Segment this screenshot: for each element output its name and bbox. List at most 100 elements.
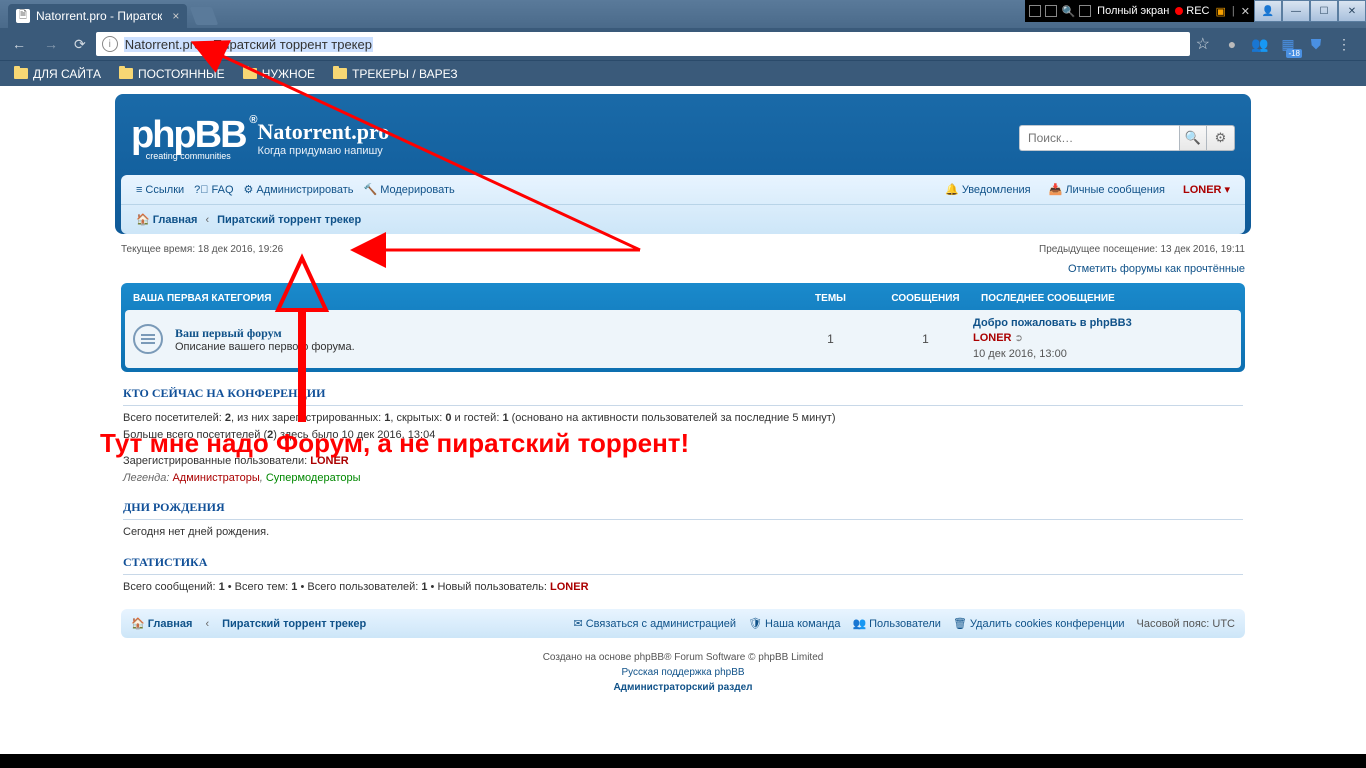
gear-icon: ⚙ [1215, 130, 1227, 146]
footer-breadcrumb-link[interactable]: Пиратский торрент трекер [222, 618, 366, 630]
extension-icon[interactable]: ▦-18 [1278, 34, 1298, 54]
bottom-black-bar [0, 754, 1366, 768]
support-link[interactable]: Русская поддержка phpBB [621, 667, 744, 678]
caret-down-icon: ▾ [1224, 183, 1230, 196]
reload-button[interactable]: ⟳ [70, 36, 90, 53]
search-button[interactable]: 🔍 [1179, 125, 1207, 151]
bookmarks-bar: ДЛЯ САЙТА ПОСТОЯННЫЕ НУЖНОЕ ТРЕКЕРЫ / ВА… [0, 60, 1366, 86]
lastpost-user-link[interactable]: LONER [973, 332, 1012, 344]
close-window-button[interactable]: ✕ [1338, 0, 1366, 22]
bookmark-folder[interactable]: НУЖНОЕ [235, 64, 323, 84]
whois-heading[interactable]: КТО СЕЙЧАС НА КОНФЕРЕНЦИИ [123, 382, 1243, 406]
time-row: Текущее время: 18 дек 2016, 19:26 Предыд… [115, 240, 1251, 259]
breadcrumb-home[interactable]: 🏠 Главная [131, 211, 202, 228]
bookmark-folder[interactable]: ДЛЯ САЙТА [6, 64, 109, 84]
newest-user-link[interactable]: LONER [550, 581, 589, 593]
quick-links[interactable]: ≡Ссылки [131, 182, 189, 198]
search-input[interactable] [1019, 125, 1179, 151]
site-title: Natorrent.pro [258, 119, 390, 145]
page-viewport[interactable]: phpBB® creating communities Natorrent.pr… [0, 86, 1366, 768]
forum-topics-count: 1 [783, 332, 878, 346]
header-search: 🔍 ⚙ [1019, 125, 1235, 151]
info-icon[interactable]: i [102, 36, 118, 52]
menu-icon[interactable]: ⋮ [1334, 34, 1354, 54]
record-dot-icon [1175, 7, 1183, 15]
delete-cookies-link[interactable]: 🗑 Удалить cookies конференции [953, 617, 1125, 630]
divider-icon: | [1232, 5, 1235, 17]
navbar: ≡Ссылки ?⃝FAQ ⚙Администрировать 🔨Модерир… [121, 175, 1245, 234]
category-title[interactable]: ВАША ПЕРВАЯ КАТЕГОРИЯ [133, 293, 783, 304]
members-link[interactable]: 👥 Пользователи [852, 617, 941, 630]
window-buttons: 👤 — ☐ ✕ [1254, 0, 1366, 22]
browser-tab[interactable]: 🗎 Natorrent.pro - Пиратск × [8, 4, 187, 28]
advanced-search-button[interactable]: ⚙ [1207, 125, 1235, 151]
col-posts-header: СООБЩЕНИЯ [878, 293, 973, 304]
back-button[interactable]: ← [6, 31, 32, 57]
lastpost-time: 10 дек 2016, 13:00 [973, 348, 1067, 360]
rec-indicator: REC [1175, 5, 1209, 17]
question-icon: ?⃝ [194, 184, 208, 196]
goto-lastpost-icon[interactable]: ➲ [1015, 333, 1023, 344]
team-link[interactable]: 🛡 Наша команда [748, 617, 840, 630]
record-tool-icon[interactable] [1079, 5, 1091, 17]
maximize-button[interactable]: ☐ [1310, 0, 1338, 22]
stats-heading: СТАТИСТИКА [123, 551, 1243, 575]
camera-icon[interactable]: ▣ [1216, 5, 1226, 18]
omnibox[interactable]: i Natorrent.pro - Пиратский торрент трек… [96, 32, 1190, 56]
whois-body: Всего посетителей: 2, из них зарегистрир… [115, 410, 1251, 486]
record-tool-icon[interactable] [1045, 5, 1057, 17]
extension-icon[interactable]: ● [1222, 34, 1242, 54]
bell-icon: 🔔 [945, 183, 959, 196]
breadcrumb: 🏠 Главная ‹ Пиратский торрент трекер [121, 204, 1245, 234]
admin-link[interactable]: ⚙Администрировать [239, 181, 359, 198]
footer-navbar: 🏠 Главная ‹ Пиратский торрент трекер ✉ С… [121, 609, 1245, 638]
forum-row: Ваш первый форум Описание вашего первого… [125, 310, 1241, 368]
timezone-label: Часовой пояс: UTC [1137, 618, 1235, 630]
users-icon: 👥 [852, 617, 866, 630]
group-admins-link[interactable]: Администраторы [172, 472, 259, 484]
folder-icon [119, 68, 133, 79]
extension-icon[interactable]: ⛊ [1306, 34, 1326, 54]
lastpost-title-link[interactable]: Добро пожаловать в phpBB3 [973, 317, 1132, 329]
col-topics-header: ТЕМЫ [783, 293, 878, 304]
extension-icon[interactable]: 👥 [1250, 34, 1270, 54]
copyright: Создано на основе phpBB® Forum Software … [115, 644, 1251, 709]
minimize-button[interactable]: — [1282, 0, 1310, 22]
birthdays-heading: ДНИ РОЖДЕНИЯ [123, 496, 1243, 520]
mark-forums-read-link[interactable]: Отметить форумы как прочтённые [1068, 263, 1245, 275]
logo-area[interactable]: phpBB® creating communities Natorrent.pr… [131, 114, 389, 161]
address-bar: ← → ⟳ i Natorrent.pro - Пиратский торрен… [0, 28, 1366, 60]
user-menu[interactable]: LONER ▾ [1178, 181, 1235, 198]
close-rec-icon[interactable]: ✕ [1241, 5, 1250, 18]
url-text: Natorrent.pro - Пиратский торрент трекер [124, 37, 373, 52]
forum-posts-count: 1 [878, 332, 973, 346]
acp-link[interactable]: Администраторский раздел [613, 682, 752, 693]
col-lastpost-header: ПОСЛЕДНЕЕ СООБЩЕНИЕ [973, 293, 1233, 304]
folder-icon [333, 68, 347, 79]
gears-icon: ⚙ [244, 183, 254, 196]
forward-button[interactable]: → [38, 31, 64, 57]
window-controls: 🔍 Полный экран REC ▣ | ✕ 👤 — ☐ ✕ [1025, 0, 1366, 22]
new-tab-button[interactable] [190, 7, 219, 25]
bookmark-star-icon[interactable]: ☆ [1196, 34, 1210, 54]
extension-icons: ● 👥 ▦-18 ⛊ ⋮ [1216, 34, 1360, 54]
bookmark-folder[interactable]: ПОСТОЯННЫЕ [111, 64, 233, 84]
record-tool-icon[interactable] [1029, 5, 1041, 17]
contact-admin-link[interactable]: ✉ Связаться с администрацией [574, 617, 737, 630]
group-mods-link[interactable]: Супермодераторы [266, 472, 361, 484]
faq-link[interactable]: ?⃝FAQ [189, 182, 238, 198]
footer-home-link[interactable]: 🏠 Главная [131, 617, 192, 630]
inbox-icon: 📥 [1049, 183, 1063, 196]
pm-link[interactable]: 📥Личные сообщения [1044, 181, 1170, 198]
breadcrumb-forum[interactable]: Пиратский торрент трекер [212, 212, 366, 228]
moderate-link[interactable]: 🔨Модерировать [359, 181, 460, 198]
forum-last-post: Добро пожаловать в phpBB3 LONER➲ 10 дек … [973, 316, 1233, 362]
mark-read-row: Отметить форумы как прочтённые [115, 259, 1251, 279]
bookmark-folder[interactable]: ТРЕКЕРЫ / ВАРЕЗ [325, 64, 466, 84]
user-icon[interactable]: 👤 [1254, 0, 1282, 22]
close-tab-icon[interactable]: × [172, 9, 179, 23]
search-small-icon[interactable]: 🔍 [1061, 5, 1075, 18]
notifications-link[interactable]: 🔔Уведомления [940, 181, 1035, 198]
online-user-link[interactable]: LONER [310, 455, 349, 467]
forum-title-link[interactable]: Ваш первый форум [175, 326, 282, 340]
